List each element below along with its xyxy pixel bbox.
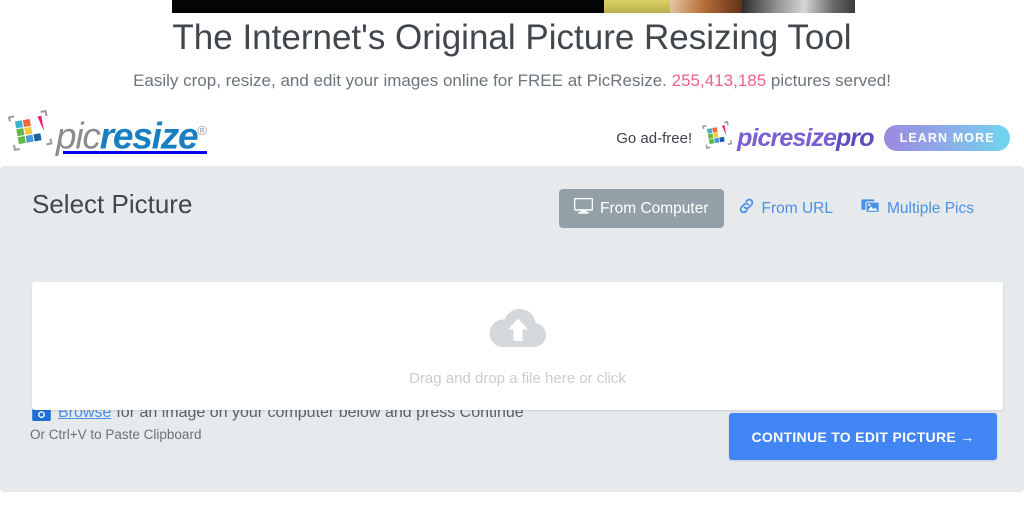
images-icon <box>861 198 880 219</box>
hero-section: The Internet's Original Picture Resizing… <box>0 13 1024 93</box>
continue-to-edit-button[interactable]: CONTINUE TO EDIT PICTURE → <box>729 413 997 460</box>
tab-from-computer-label: From Computer <box>599 199 709 217</box>
chevron-right-icon[interactable]: » <box>1016 130 1024 147</box>
cloud-upload-icon <box>485 304 551 357</box>
file-dropzone[interactable]: Drag and drop a file here or click <box>32 282 1003 410</box>
picresize-wordmark: picresize® <box>56 109 207 158</box>
ad-photo-segment-1 <box>604 0 670 13</box>
pro-promo-label: Go ad-free! <box>616 129 693 147</box>
hero-subtitle: Easily crop, resize, and edit your image… <box>0 69 1024 93</box>
picresize-grid-icon <box>6 109 54 159</box>
pro-promo-banner[interactable]: Go ad-free! picresizepro LEARN MORE » <box>616 120 1024 156</box>
picresize-logo[interactable]: picresize® <box>6 109 207 159</box>
paste-clipboard-hint: Or Ctrl+V to Paste Clipboard <box>30 427 202 442</box>
registered-mark: ® <box>197 123 208 139</box>
top-ad-image-strip[interactable] <box>172 0 855 13</box>
link-icon <box>738 198 755 219</box>
pro-brand-first: picresize <box>737 123 837 152</box>
site-header: picresize® Go ad-free! picresizepro LEAR… <box>0 106 1024 166</box>
source-tabs: From Computer From URL Multiple Pics <box>558 189 988 228</box>
tab-multiple-pics[interactable]: Multiple Pics <box>847 189 988 228</box>
dropzone-text: Drag and drop a file here or click <box>409 369 626 387</box>
hero-subtitle-text: Easily crop, resize, and edit your image… <box>133 71 667 90</box>
brand-name-first: pic <box>56 115 101 157</box>
tab-from-computer[interactable]: From Computer <box>558 189 724 228</box>
pictures-served-counter: 255,413,185 <box>671 71 767 90</box>
ad-photo-segment-3 <box>742 0 855 13</box>
pro-brand-second: pro <box>836 123 874 152</box>
page-title: The Internet's Original Picture Resizing… <box>172 18 852 57</box>
ad-photo-segment-2 <box>670 0 742 13</box>
brand-name-second: resize <box>99 115 199 157</box>
tab-from-url[interactable]: From URL <box>724 189 847 228</box>
tab-from-url-label: From URL <box>761 199 833 217</box>
picresize-pro-grid-icon <box>701 120 733 156</box>
select-picture-panel: Select Picture From Computer From URL Mu… <box>0 166 1024 492</box>
learn-more-button[interactable]: LEARN MORE <box>883 125 1010 151</box>
tab-multiple-pics-label: Multiple Pics <box>887 199 974 217</box>
hero-subtitle-suffix: pictures served! <box>770 71 891 90</box>
picresize-pro-wordmark: picresizepro <box>737 124 874 153</box>
desktop-icon <box>573 197 594 219</box>
